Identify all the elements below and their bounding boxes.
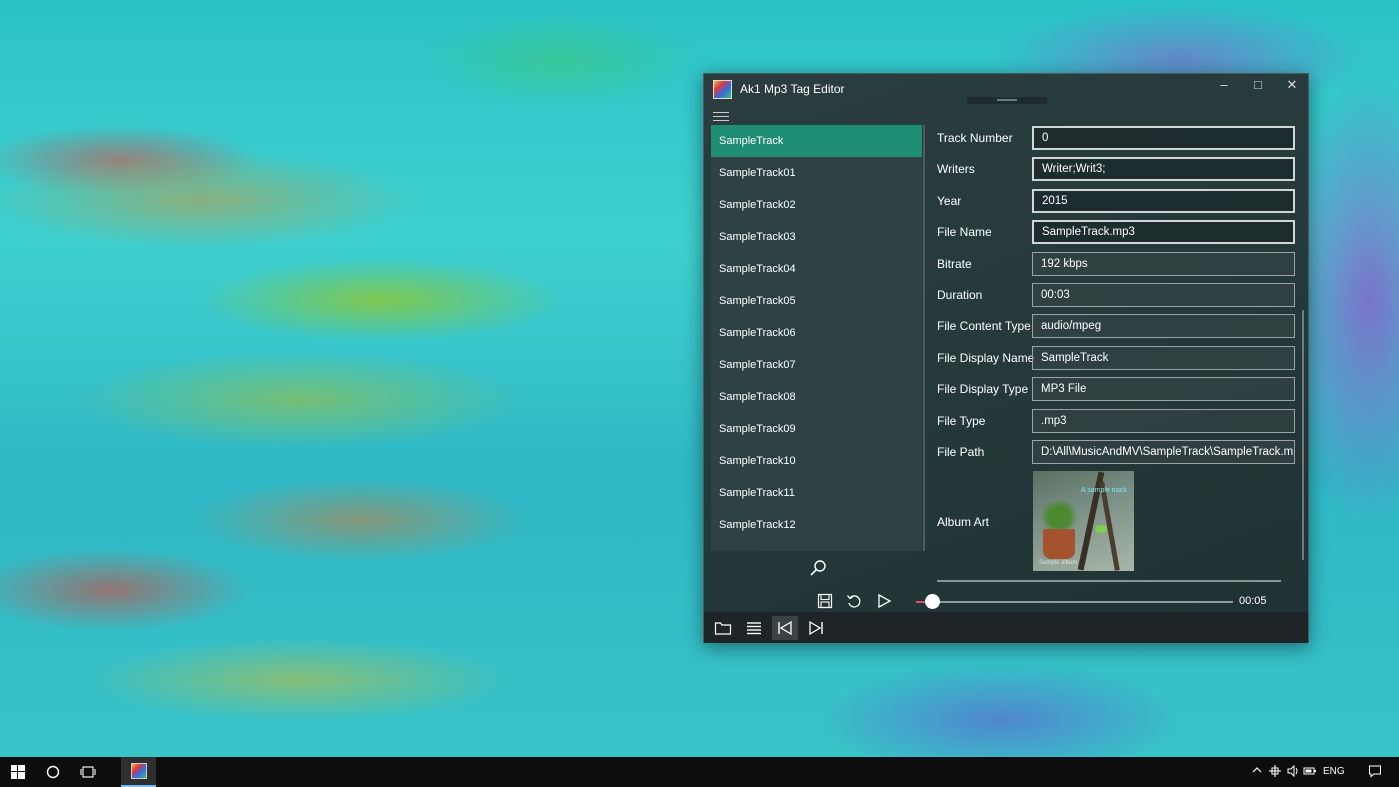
track-list-item[interactable]: SampleTrack12 xyxy=(711,509,922,541)
track-list-item[interactable]: SampleTrack02 xyxy=(711,189,922,221)
list-icon[interactable] xyxy=(741,616,767,640)
minimize-button[interactable]: – xyxy=(1207,74,1241,96)
app-title: Ak1 Mp3 Tag Editor xyxy=(740,82,845,96)
cortana-search-icon[interactable] xyxy=(35,757,71,787)
volume-icon[interactable] xyxy=(1286,764,1300,781)
field-label: Track Number xyxy=(937,131,1013,145)
album-art-caption-top: A sample track xyxy=(1081,487,1127,494)
field-label: File Path xyxy=(937,445,985,459)
fields-scrollbar[interactable] xyxy=(1302,310,1304,560)
field-row: File Type xyxy=(937,409,1297,433)
playback-time: 00:05 xyxy=(1239,595,1267,607)
bottom-toolbar xyxy=(704,612,1308,643)
track-list-item[interactable]: SampleTrack03 xyxy=(711,221,922,253)
field-input[interactable] xyxy=(1032,189,1295,213)
close-button[interactable]: ✕ xyxy=(1275,74,1309,96)
field-input[interactable] xyxy=(1032,283,1295,307)
network-icon[interactable] xyxy=(1268,764,1282,781)
field-label: Writers xyxy=(937,162,975,176)
field-label: Bitrate xyxy=(937,257,972,271)
field-row: Duration xyxy=(937,283,1297,307)
field-label: File Content Type xyxy=(937,319,1031,333)
play-icon[interactable] xyxy=(873,590,895,612)
field-row: Writers xyxy=(937,157,1297,181)
track-list-item[interactable]: SampleTrack10 xyxy=(711,445,922,477)
field-label: File Display Name xyxy=(937,351,1035,365)
field-input[interactable] xyxy=(1032,314,1295,338)
track-list-item[interactable]: SampleTrack xyxy=(711,125,922,157)
drag-handle[interactable] xyxy=(967,97,1047,104)
field-label: Year xyxy=(937,194,962,208)
battery-icon[interactable] xyxy=(1303,764,1317,781)
track-list-item[interactable]: SampleTrack11 xyxy=(711,477,922,509)
field-label: Duration xyxy=(937,288,983,302)
field-input[interactable] xyxy=(1032,252,1295,276)
field-input[interactable] xyxy=(1032,440,1295,464)
app-window: Ak1 Mp3 Tag Editor – □ ✕ SampleTrack Samp… xyxy=(703,73,1309,643)
previous-track-icon[interactable] xyxy=(772,616,798,640)
album-art-image[interactable]: A sample track Sample album xyxy=(1033,471,1134,571)
track-list-item[interactable]: SampleTrack01 xyxy=(711,157,922,189)
field-row: Track Number xyxy=(937,126,1297,150)
app-icon xyxy=(130,763,147,779)
track-list-item[interactable]: SampleTrack09 xyxy=(711,413,922,445)
save-icon[interactable] xyxy=(814,590,836,612)
taskbar-app-mp3-tag-editor[interactable] xyxy=(121,757,156,787)
field-label: File Name xyxy=(937,225,992,239)
field-input[interactable] xyxy=(1032,377,1295,401)
field-row: File Path xyxy=(937,440,1297,464)
search-icon[interactable] xyxy=(808,558,828,578)
seek-slider[interactable] xyxy=(916,594,1233,609)
field-label: File Type xyxy=(937,414,986,428)
field-input[interactable] xyxy=(1032,126,1295,150)
next-track-icon[interactable] xyxy=(803,616,829,640)
chevron-up-icon[interactable] xyxy=(1251,764,1263,779)
field-row: File Name xyxy=(937,220,1297,244)
field-input[interactable] xyxy=(1032,157,1295,181)
field-label: File Display Type xyxy=(937,382,1029,396)
field-input[interactable] xyxy=(1032,409,1295,433)
album-art-caption-bottom: Sample album xyxy=(1039,560,1078,566)
field-input[interactable] xyxy=(1032,220,1295,244)
seek-slider-thumb[interactable] xyxy=(924,594,940,609)
track-list: SampleTrack SampleTrack01 SampleTrack02 Sam… xyxy=(711,125,922,551)
app-icon xyxy=(713,80,732,99)
windows-start-icon[interactable] xyxy=(0,757,36,787)
language-indicator[interactable]: ENG xyxy=(1323,766,1345,777)
field-row: Bitrate xyxy=(937,252,1297,276)
track-list-item[interactable]: SampleTrack06 xyxy=(711,317,922,349)
field-input[interactable] xyxy=(1032,346,1295,370)
track-list-item[interactable]: SampleTrack05 xyxy=(711,285,922,317)
track-list-item[interactable]: SampleTrack07 xyxy=(711,349,922,381)
taskbar: ENG xyxy=(0,757,1399,787)
action-center-icon[interactable] xyxy=(1368,764,1382,781)
task-view-icon[interactable] xyxy=(70,757,106,787)
track-list-item[interactable]: SampleTrack04 xyxy=(711,253,922,285)
field-row: File Display Type xyxy=(937,377,1297,401)
list-divider xyxy=(923,125,925,551)
folder-icon[interactable] xyxy=(710,616,736,640)
field-row: File Content Type xyxy=(937,314,1297,338)
field-row: Year xyxy=(937,189,1297,213)
field-row: File Display Name xyxy=(937,346,1297,370)
maximize-button[interactable]: □ xyxy=(1241,74,1275,96)
hamburger-icon[interactable] xyxy=(713,112,729,124)
album-art-label: Album Art xyxy=(937,515,990,529)
fields-horizontal-scrollbar[interactable] xyxy=(937,580,1281,582)
track-list-item[interactable]: SampleTrack08 xyxy=(711,381,922,413)
undo-icon[interactable] xyxy=(843,590,865,612)
